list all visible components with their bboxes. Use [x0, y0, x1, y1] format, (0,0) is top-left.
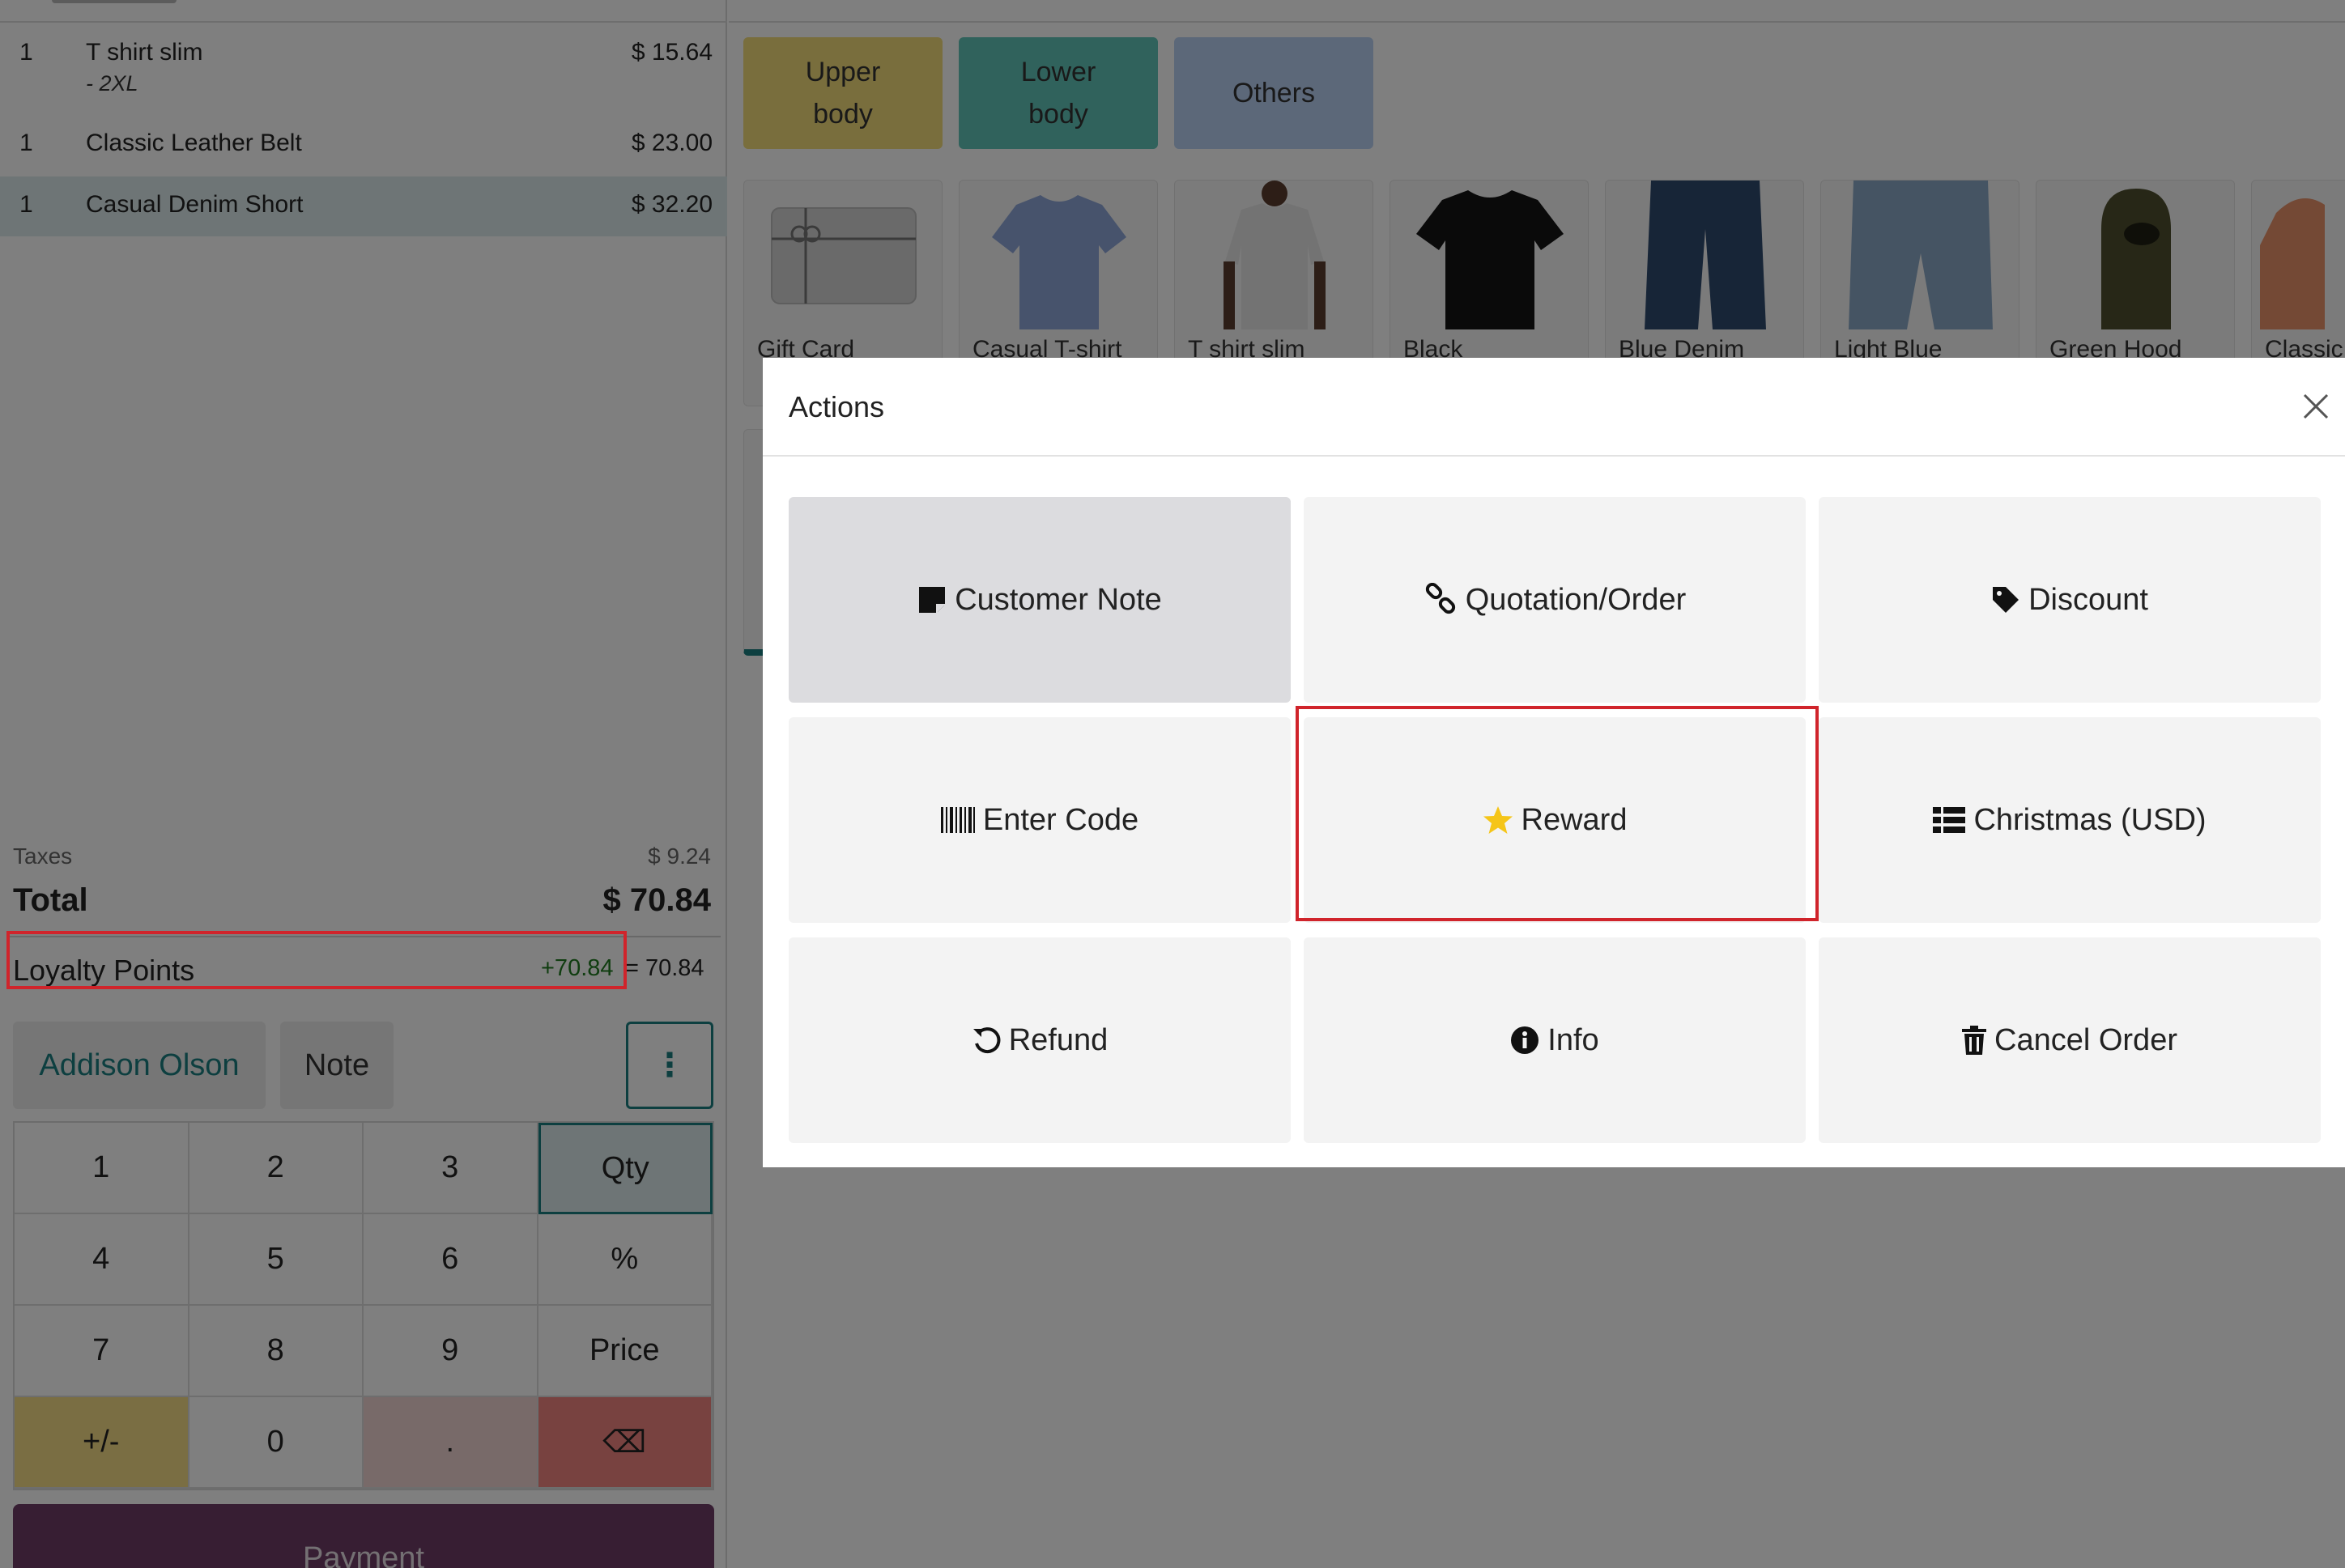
sticky-note-icon: [917, 585, 947, 614]
refund-button[interactable]: Refund: [789, 937, 1291, 1143]
action-label: Cancel Order: [1994, 1022, 2177, 1057]
action-label: Discount: [2028, 582, 2148, 617]
action-label: Customer Note: [955, 582, 1162, 617]
list-icon: [1933, 807, 1966, 833]
trash-icon: [1962, 1026, 1986, 1055]
link-icon: [1424, 583, 1458, 617]
customer-note-button[interactable]: Customer Note: [789, 497, 1291, 703]
cancel-order-button[interactable]: Cancel Order: [1819, 937, 2321, 1143]
action-label: Quotation/Order: [1465, 582, 1687, 617]
dialog-title: Actions: [789, 390, 885, 423]
barcode-icon: [940, 807, 975, 833]
pricelist-button[interactable]: Christmas (USD): [1819, 717, 2321, 923]
quotation-order-button[interactable]: Quotation/Order: [1304, 497, 1806, 703]
enter-code-button[interactable]: Enter Code: [789, 717, 1291, 923]
action-label: Christmas (USD): [1973, 802, 2207, 837]
discount-button[interactable]: Discount: [1819, 497, 2321, 703]
loyalty-highlight-box: [6, 931, 627, 989]
action-label: Refund: [1008, 1022, 1109, 1057]
close-button[interactable]: [2292, 382, 2340, 431]
action-label: Enter Code: [982, 802, 1139, 837]
undo-icon: [972, 1026, 1001, 1055]
reward-highlight-box: [1296, 706, 1819, 921]
tag-icon: [1991, 585, 2020, 614]
action-label: Info: [1547, 1022, 1599, 1057]
info-icon: [1510, 1026, 1539, 1055]
close-icon: [2303, 393, 2329, 419]
info-button[interactable]: Info: [1304, 937, 1806, 1143]
dialog-header: Actions: [763, 358, 2345, 457]
